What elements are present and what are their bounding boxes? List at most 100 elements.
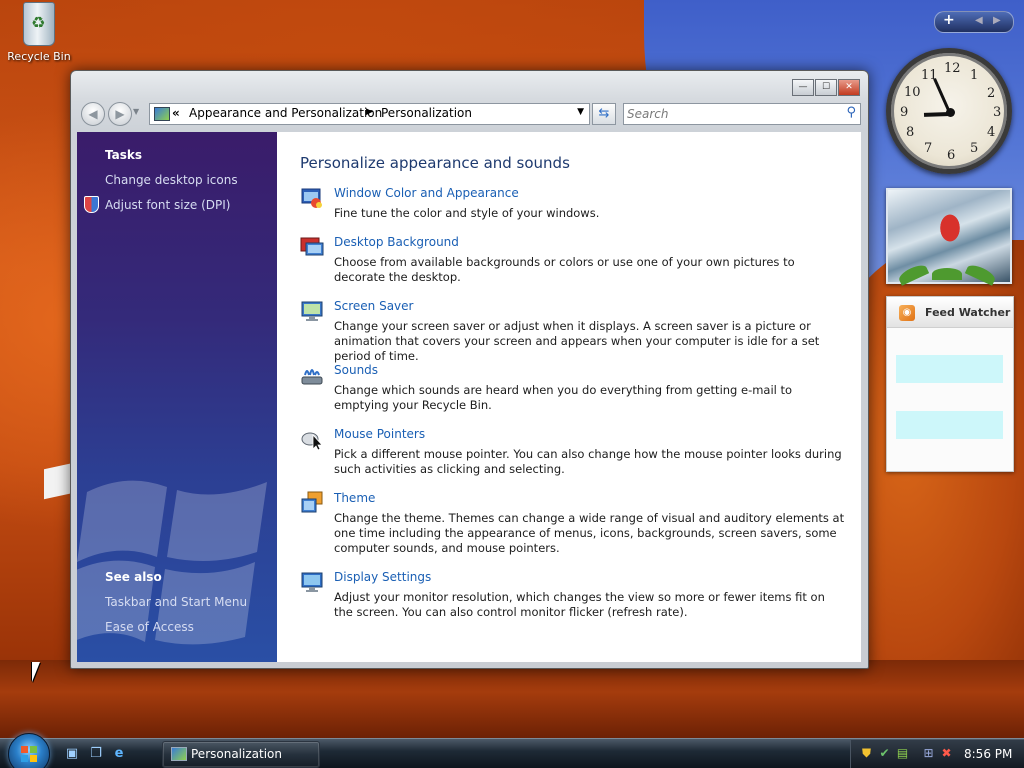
- taskbar-start-menu-link[interactable]: Taskbar and Start Menu: [105, 595, 247, 609]
- feed-watcher-title: Feed Watcher: [925, 306, 1011, 319]
- feed-watcher-gadget[interactable]: ◉ Feed Watcher: [886, 296, 1014, 472]
- recycle-bin-icon: [23, 2, 55, 46]
- taskbar: ▣ ❐ e Personalization ⛊ ✔ ▤ ⊞ ✖ 8:56 PM: [0, 733, 1024, 768]
- item-description: Change your screen saver or adjust when …: [334, 319, 820, 363]
- maximize-button[interactable]: ☐: [815, 79, 837, 96]
- gadget-next-button[interactable]: ▶: [993, 15, 1001, 26]
- control-panel-icon: [154, 107, 170, 121]
- clock-number: 1: [970, 68, 979, 83]
- recent-pages-dropdown[interactable]: ▼: [133, 107, 143, 119]
- clock-center: [946, 108, 955, 117]
- sidebar-icon[interactable]: ▤: [895, 746, 910, 761]
- notification-area: ⛊ ✔ ▤ ⊞ ✖ 8:56 PM: [850, 740, 1024, 768]
- breadcrumb-personalization[interactable]: Personalization: [381, 106, 472, 120]
- add-gadget-button[interactable]: +: [943, 12, 955, 28]
- desktop: Recycle Bin + ◀ ▶ 12 1 2 3 4 5 6 7 8 9 1…: [0, 0, 1024, 768]
- window-color-link[interactable]: Window Color and Appearance: [334, 186, 519, 200]
- slideshow-leaf: [932, 268, 962, 280]
- refresh-button[interactable]: ⇆: [592, 103, 616, 125]
- desktop-ground: [0, 660, 1024, 740]
- taskbar-button-personalization[interactable]: Personalization: [162, 741, 320, 768]
- clock-number: 9: [900, 105, 909, 120]
- minimize-button[interactable]: —: [792, 79, 814, 96]
- volume-muted-icon[interactable]: ✖: [939, 746, 954, 761]
- uac-shield-icon: [84, 196, 99, 213]
- tasks-sidebar: Tasks Change desktop icons Adjust font s…: [77, 132, 277, 662]
- slideshow-leaf: [964, 262, 998, 286]
- clock-number: 4: [987, 125, 996, 140]
- screen-saver-icon: [301, 301, 323, 321]
- ease-of-access-link[interactable]: Ease of Access: [105, 620, 194, 634]
- breadcrumb-appearance[interactable]: Appearance and Personalization: [189, 106, 382, 120]
- slideshow-gadget[interactable]: [886, 188, 1012, 286]
- clock-number: 10: [904, 85, 921, 100]
- security-shield-icon[interactable]: ⛊: [859, 746, 874, 761]
- feed-row[interactable]: [896, 411, 1003, 439]
- internet-explorer-icon[interactable]: e: [111, 747, 127, 761]
- item-description: Fine tune the color and style of your wi…: [334, 206, 600, 220]
- sounds-icon: [301, 369, 323, 385]
- item-description: Change the theme. Themes can change a wi…: [334, 511, 845, 555]
- item-description: Choose from available backgrounds or col…: [334, 255, 795, 284]
- clock-number: 5: [970, 141, 979, 156]
- clock-number: 2: [987, 86, 996, 101]
- taskbar-clock[interactable]: 8:56 PM: [964, 747, 1012, 761]
- clock-number: 6: [947, 148, 956, 163]
- clock-gadget[interactable]: 12 1 2 3 4 5 6 7 8 9 10 11: [886, 48, 1012, 174]
- breadcrumb-separator-icon[interactable]: ▶: [366, 107, 373, 117]
- breadcrumb-overflow[interactable]: «: [172, 106, 180, 120]
- personalization-window: — ☐ ✕ ◀ ▶ ▼ « Appearance and Personaliza…: [70, 70, 869, 669]
- search-icon[interactable]: ⚲: [846, 105, 856, 120]
- gadget-toolbar: + ◀ ▶: [934, 11, 1014, 33]
- see-also-heading: See also: [105, 570, 162, 584]
- forward-button[interactable]: ▶: [108, 102, 132, 126]
- display-settings-link[interactable]: Display Settings: [334, 570, 431, 584]
- taskbar-button-label: Personalization: [191, 747, 282, 761]
- clock-number: 8: [906, 125, 915, 140]
- switch-windows-icon[interactable]: ❐: [88, 747, 104, 761]
- show-desktop-icon[interactable]: ▣: [64, 747, 80, 761]
- mouse-pointers-link[interactable]: Mouse Pointers: [334, 427, 425, 441]
- theme-icon: [301, 491, 323, 513]
- feed-row[interactable]: [896, 439, 1003, 467]
- clock-number: 7: [924, 141, 933, 156]
- feed-watcher-header: ◉ Feed Watcher: [887, 297, 1013, 328]
- network-icon[interactable]: ⊞: [921, 746, 936, 761]
- close-button[interactable]: ✕: [838, 79, 860, 96]
- screen-saver-link[interactable]: Screen Saver: [334, 299, 413, 313]
- window-controls: — ☐ ✕: [792, 79, 860, 96]
- control-panel-icon: [171, 747, 187, 761]
- mouse-cursor-icon: [32, 662, 40, 682]
- desktop-background-icon: [300, 237, 324, 256]
- item-description: Adjust your monitor resolution, which ch…: [334, 590, 825, 619]
- address-dropdown-icon[interactable]: ▼: [577, 107, 584, 117]
- address-bar[interactable]: « Appearance and Personalization ▶ Perso…: [149, 103, 590, 125]
- mouse-pointers-icon: [301, 432, 323, 451]
- feed-row[interactable]: [896, 327, 1003, 355]
- clock-number: 3: [993, 105, 1002, 120]
- item-description: Pick a different mouse pointer. You can …: [334, 447, 842, 476]
- recycle-bin[interactable]: Recycle Bin: [6, 2, 72, 63]
- change-desktop-icons-link[interactable]: Change desktop icons: [105, 173, 238, 187]
- feed-row[interactable]: [896, 355, 1003, 383]
- feed-row[interactable]: [896, 383, 1003, 411]
- recycle-bin-label: Recycle Bin: [7, 50, 71, 63]
- slideshow-leaf: [896, 262, 930, 286]
- display-settings-icon: [301, 572, 323, 592]
- search-box: ⚲: [623, 103, 861, 125]
- theme-link[interactable]: Theme: [334, 491, 375, 505]
- search-input[interactable]: [627, 106, 827, 122]
- content-pane: Personalize appearance and sounds Window…: [277, 132, 861, 662]
- page-title: Personalize appearance and sounds: [300, 154, 570, 172]
- rss-icon: ◉: [899, 305, 915, 321]
- start-button[interactable]: [8, 733, 50, 768]
- windows-update-icon[interactable]: ✔: [877, 746, 892, 761]
- sounds-link[interactable]: Sounds: [334, 363, 378, 377]
- window-color-icon: [301, 188, 322, 208]
- gadget-prev-button[interactable]: ◀: [975, 15, 983, 26]
- desktop-background-link[interactable]: Desktop Background: [334, 235, 459, 249]
- tasks-heading: Tasks: [105, 148, 143, 162]
- clock-number: 12: [944, 61, 961, 76]
- adjust-font-size-link[interactable]: Adjust font size (DPI): [105, 198, 230, 212]
- back-button[interactable]: ◀: [81, 102, 105, 126]
